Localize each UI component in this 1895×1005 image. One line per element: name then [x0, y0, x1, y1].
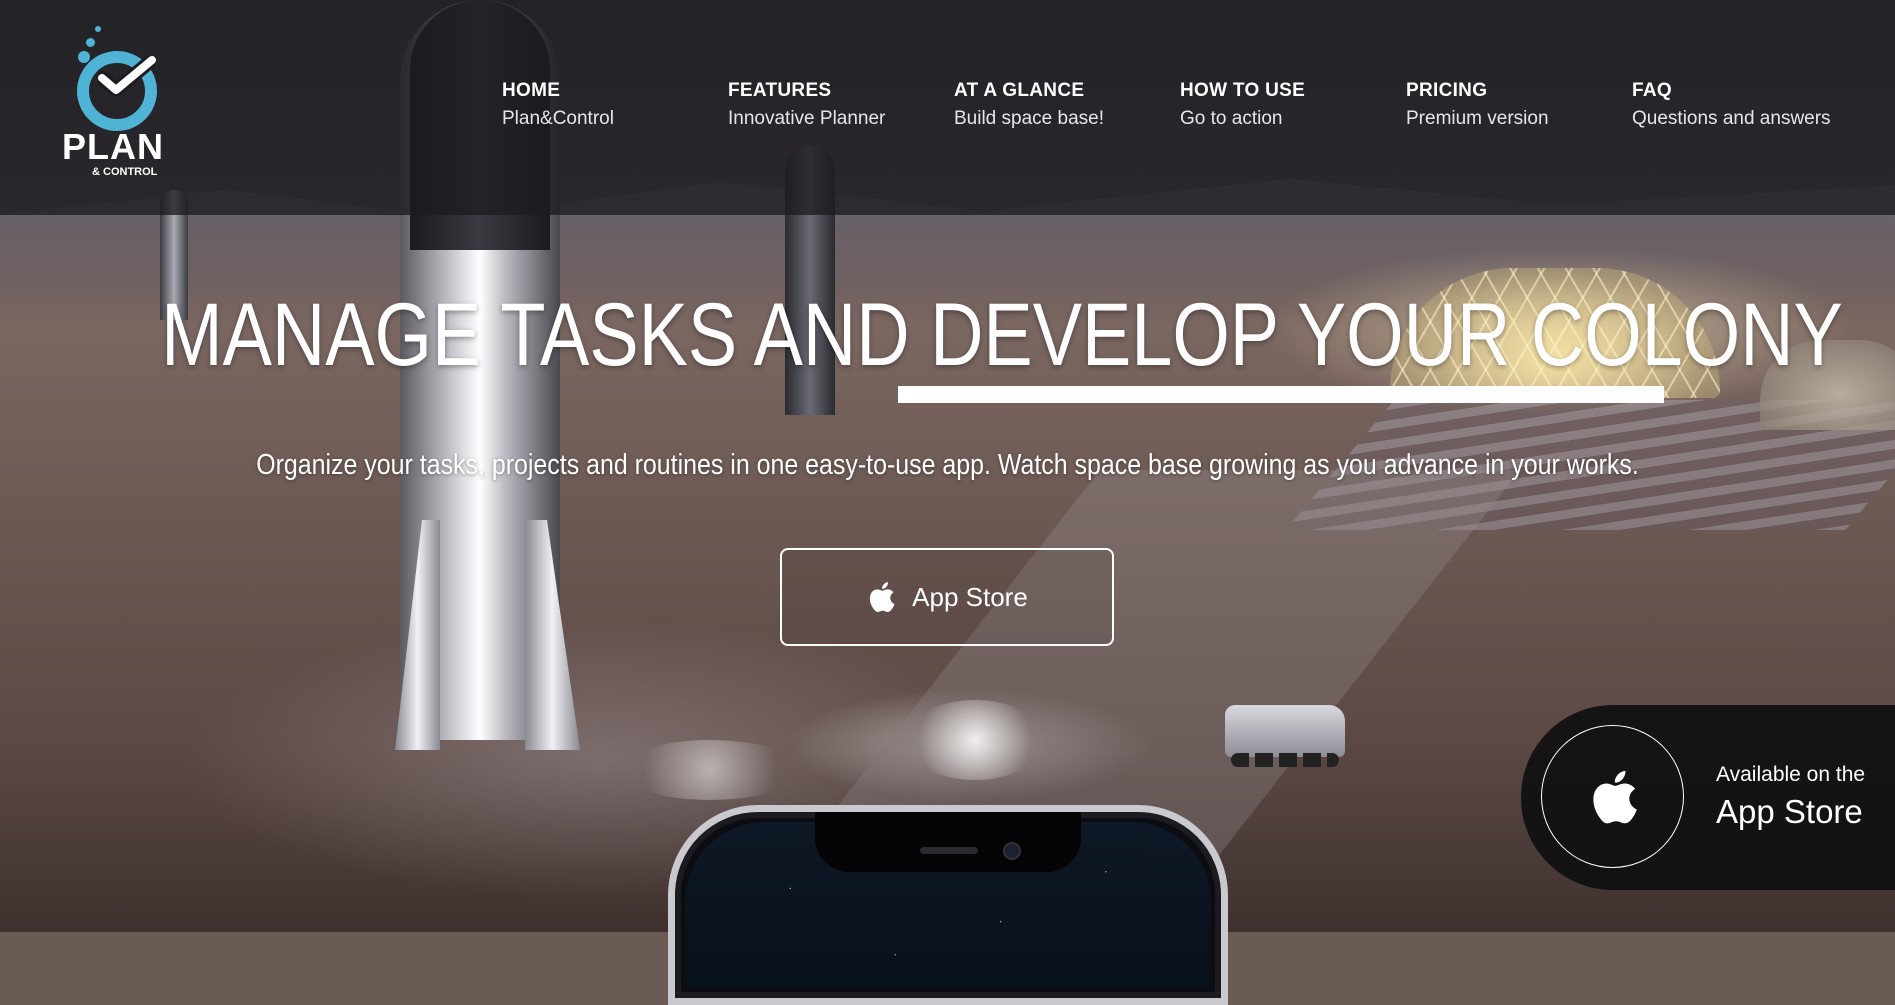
logo-bubble [78, 51, 90, 63]
apple-icon [870, 582, 895, 612]
badge-icon-circle [1541, 725, 1684, 868]
logo-bubble [95, 26, 101, 32]
nav-item-pricing[interactable]: PRICING Premium version [1406, 80, 1632, 130]
apple-icon [1592, 770, 1637, 823]
badge-caption: Available on the [1716, 763, 1866, 786]
nav-item-title: HOME [502, 80, 561, 101]
ground-light [905, 700, 1045, 780]
phone-notch [815, 812, 1081, 872]
nav-item-subtitle: Questions and answers [1632, 108, 1831, 129]
nav-item-title: AT A GLANCE [954, 80, 1085, 101]
nav-item-subtitle: Go to action [1180, 108, 1283, 129]
app-store-button[interactable]: App Store [780, 548, 1114, 646]
mars-rover [1225, 705, 1345, 767]
logo[interactable]: PLAN & CONTROL [60, 26, 170, 181]
nav-item-subtitle: Premium version [1406, 108, 1549, 129]
badge-store-name: App Store [1716, 793, 1863, 830]
nav-item-subtitle: Innovative Planner [728, 108, 886, 129]
hero-title: MANAGE TASKS AND DEVELOP YOUR COLONY [161, 284, 1843, 384]
nav-item-title: PRICING [1406, 80, 1488, 101]
nav-item-title: FEATURES [728, 80, 832, 101]
available-app-store-badge[interactable]: Available on the App Store [1521, 705, 1895, 890]
logo-word: PLAN [62, 126, 164, 167]
nav-item-faq[interactable]: FAQ Questions and answers [1632, 80, 1858, 130]
nav-item-at-a-glance[interactable]: AT A GLANCE Build space base! [954, 80, 1180, 130]
hero-subtitle: Organize your tasks, projects and routin… [256, 449, 1639, 481]
nav-item-title: HOW TO USE [1180, 80, 1306, 101]
title-underline [898, 386, 1664, 403]
nav-item-title: FAQ [1632, 80, 1672, 101]
nav-item-how-to-use[interactable]: HOW TO USE Go to action [1180, 80, 1406, 130]
ground-light [620, 740, 800, 800]
logo-subtitle: & CONTROL [92, 166, 158, 178]
phone-mockup [668, 805, 1228, 1005]
site-header: PLAN & CONTROL HOME Plan&Control FEATURE… [0, 0, 1895, 215]
app-store-button-label: App Store [912, 581, 1028, 612]
phone-camera [1003, 842, 1021, 860]
nav-item-subtitle: Plan&Control [502, 108, 614, 129]
check-icon [98, 56, 156, 96]
logo-bubble [86, 38, 95, 47]
phone-speaker [920, 847, 978, 854]
nav-item-subtitle: Build space base! [954, 108, 1104, 129]
nav-item-home[interactable]: HOME Plan&Control [502, 80, 728, 130]
nav-item-features[interactable]: FEATURES Innovative Planner [728, 80, 954, 130]
main-nav: HOME Plan&Control FEATURES Innovative Pl… [502, 80, 1858, 130]
